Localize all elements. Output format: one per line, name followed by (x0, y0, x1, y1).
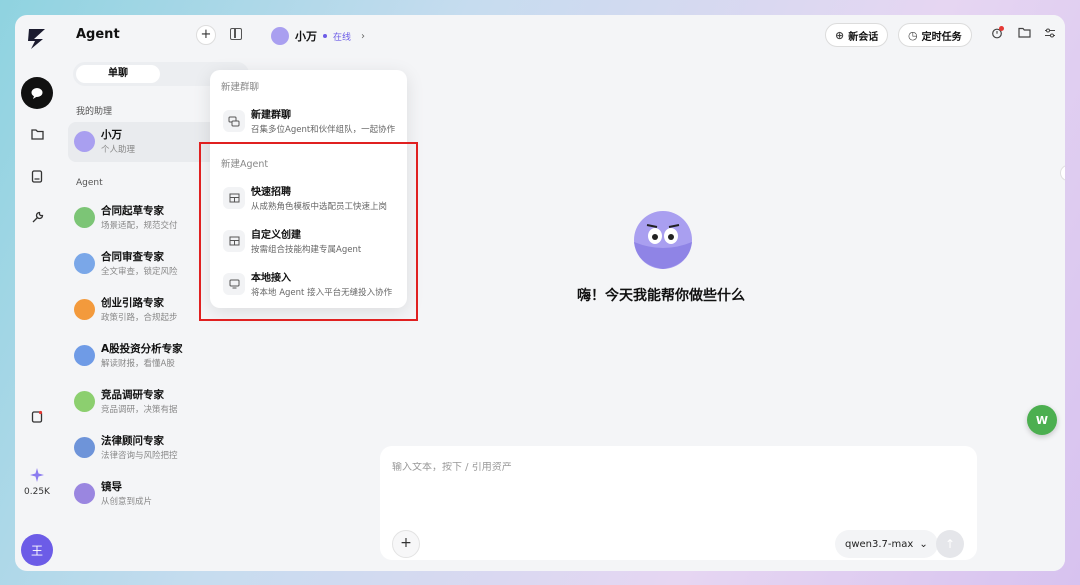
agent-name: 法律顾问专家 (101, 435, 164, 447)
chat-nav-icon[interactable] (21, 77, 53, 109)
agent-avatar (74, 253, 95, 274)
model-name: qwen3.7-max (845, 538, 914, 550)
plus-circle-icon: ⊕ (835, 28, 845, 42)
chat-header[interactable]: 小万 在线 › (271, 25, 365, 47)
agent-section-label: Agent (76, 178, 103, 188)
scheduled-task-label: 定时任务 (921, 31, 962, 43)
notification-dot (999, 26, 1004, 31)
agent-avatar (74, 483, 95, 504)
agent-name: 创业引路专家 (101, 297, 164, 309)
list-item-agent[interactable]: 法律顾问专家 法律咨询与风险把控 (68, 428, 254, 468)
header-agent-name: 小万 (295, 30, 317, 43)
add-button[interactable]: + (196, 25, 216, 45)
header-avatar (271, 27, 289, 45)
usage-counter: 0.25K (24, 487, 50, 497)
agent-avatar (74, 207, 95, 228)
clock-icon: ◷ (908, 28, 918, 42)
agent-avatar (74, 391, 95, 412)
icon-rail: 0.25K 王 (15, 15, 59, 571)
menu-item-desc: 召集多位Agent和伙伴组队，一起协作 (251, 125, 396, 135)
folder-nav-icon[interactable] (21, 118, 53, 150)
chevron-down-icon: ⌄ (919, 538, 928, 550)
agent-avatar (74, 345, 95, 366)
folder-icon[interactable] (1018, 27, 1031, 41)
group-section-label: 新建群聊 (221, 82, 260, 93)
tab-single-chat[interactable]: 单聊 (76, 65, 160, 83)
group-chat-icon (223, 110, 245, 132)
agent-name: A股投资分析专家 (101, 343, 183, 355)
agent-desc: 解读财报，看懂A股 (101, 359, 175, 369)
agent-avatar (74, 437, 95, 458)
send-button[interactable]: ↑ (936, 530, 964, 558)
my-assistant-label: 我的助理 (76, 107, 113, 117)
online-dot (323, 34, 327, 38)
floating-assistant-button[interactable]: W (1027, 405, 1057, 435)
app-window: 0.25K 王 Agent + 单聊 我的助理 小万 个人助理 Agent 合同… (15, 15, 1065, 571)
assistant-avatar (74, 131, 95, 152)
agent-name: 合同审查专家 (101, 251, 164, 263)
status-text: 在线 (333, 32, 352, 43)
new-chat-label: 新会话 (848, 31, 879, 43)
agent-desc: 法律咨询与风险把控 (101, 451, 178, 461)
message-composer: + qwen3.7-max ⌄ ↑ (380, 446, 977, 560)
list-item-agent[interactable]: 竞品调研专家 竞品调研，决策有据 (68, 382, 254, 422)
agent-desc: 从创意到成片 (101, 497, 153, 507)
knowledge-nav-icon[interactable] (21, 160, 53, 192)
tools-nav-icon[interactable] (21, 201, 53, 233)
menu-item-title: 新建群聊 (251, 110, 291, 121)
settings-sliders-icon[interactable] (1044, 27, 1056, 42)
agent-desc: 竞品调研，决策有据 (101, 405, 178, 415)
list-item-agent[interactable]: 镜导 从创意到成片 (68, 474, 254, 514)
list-item-agent[interactable]: A股投资分析专家 解读财报，看懂A股 (68, 336, 254, 376)
message-input[interactable] (392, 462, 952, 473)
agent-desc: 场景适配，规范交付 (101, 221, 178, 231)
agent-name: 合同起草专家 (101, 205, 164, 217)
scheduled-task-button[interactable]: ◷ 定时任务 (898, 23, 972, 47)
task-clip-icon[interactable] (21, 400, 53, 432)
agent-name: 镜导 (101, 481, 122, 493)
highlight-box (199, 142, 418, 321)
user-avatar[interactable]: 王 (21, 534, 53, 566)
assistant-name: 小万 (101, 129, 122, 141)
new-chat-button[interactable]: ⊕ 新会话 (825, 23, 889, 47)
model-selector[interactable]: qwen3.7-max ⌄ (835, 530, 938, 558)
panel-handle[interactable] (1060, 165, 1065, 181)
agent-name: 竞品调研专家 (101, 389, 164, 401)
attach-button[interactable]: + (392, 530, 420, 558)
collapse-sidebar-icon[interactable] (230, 28, 242, 40)
agent-desc: 政策引路，合规起步 (101, 313, 178, 323)
chevron-right-icon[interactable]: › (361, 31, 365, 42)
agent-avatar (74, 299, 95, 320)
assistant-desc: 个人助理 (101, 145, 136, 155)
sidebar-title: Agent (76, 27, 120, 42)
menu-item-new-group[interactable]: 新建群聊 召集多位Agent和伙伴组队，一起协作 (216, 102, 402, 140)
app-logo-icon[interactable] (26, 27, 48, 51)
assistant-mascot-icon (634, 211, 692, 269)
agent-desc: 全文审查，锁定风险 (101, 267, 178, 277)
